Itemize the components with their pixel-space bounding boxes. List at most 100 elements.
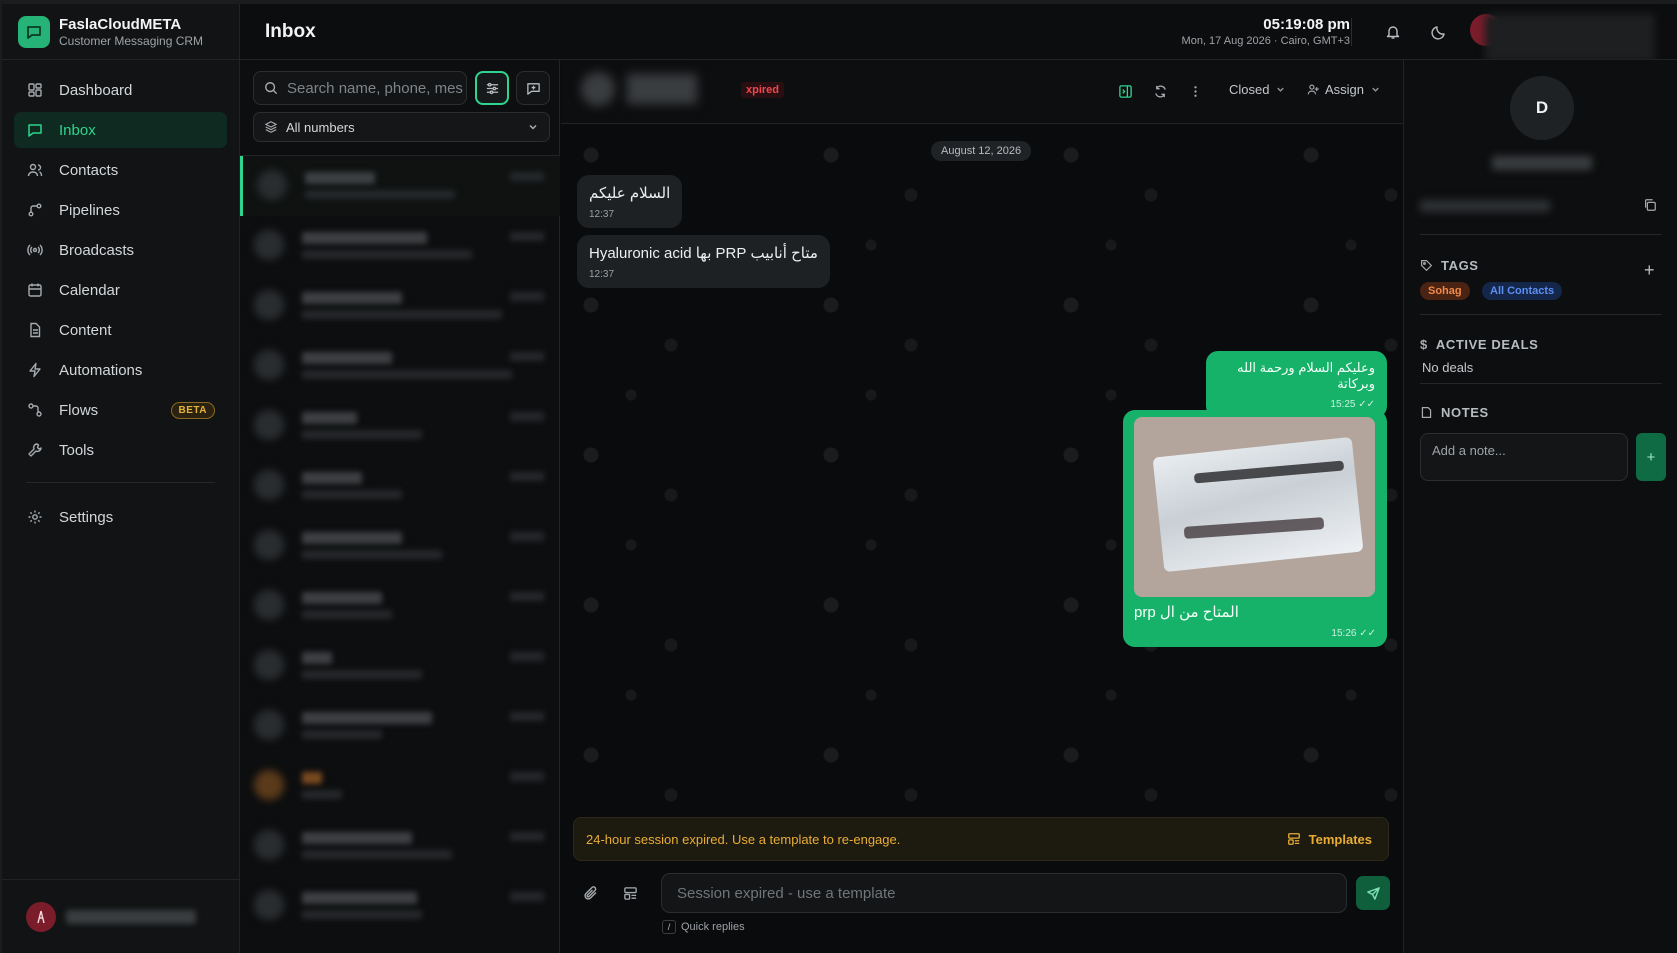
avatar — [26, 901, 56, 932]
nav-item-label: Contacts — [59, 161, 119, 179]
list-item[interactable] — [240, 216, 560, 276]
calendar-icon — [26, 281, 44, 299]
new-conversation-button[interactable] — [516, 71, 550, 105]
toggle-panel-icon[interactable] — [1116, 82, 1134, 100]
section-divider — [1420, 383, 1662, 384]
message-text: متاح أنابيب PRP بها Hyaluronic acid — [589, 245, 818, 262]
list-item[interactable] — [240, 816, 560, 876]
send-button[interactable] — [1356, 876, 1390, 910]
contact-name-blurred — [627, 74, 697, 104]
active-deals-heading: $ ACTIVE DEALS — [1420, 337, 1539, 352]
chat-panel: xpired Closed Assign August 12, 2026 الس… — [561, 60, 1403, 953]
layers-icon — [264, 120, 278, 134]
user-profile[interactable] — [2, 879, 239, 953]
conversation-rows — [240, 156, 560, 953]
moon-icon[interactable] — [1429, 22, 1449, 42]
clock-time: 05:19:08 pm — [1263, 16, 1350, 33]
list-item[interactable] — [240, 396, 560, 456]
quick-replies-label: Quick replies — [681, 921, 745, 933]
nav-item-broadcasts[interactable]: Broadcasts — [14, 232, 227, 268]
nav-item-label: Tools — [59, 441, 95, 459]
message-caption: المتاح من ال prp — [1134, 604, 1239, 621]
nav-item-flows[interactable]: Flows BETA — [14, 392, 227, 428]
nav-item-inbox[interactable]: Inbox — [14, 112, 227, 148]
refresh-icon[interactable] — [1151, 82, 1169, 100]
list-item[interactable] — [240, 636, 560, 696]
nav-item-automations[interactable]: Automations — [14, 352, 227, 388]
brand-logo-icon — [18, 15, 50, 48]
quick-replies-hint[interactable]: / Quick replies — [662, 920, 745, 934]
nav-divider — [26, 482, 215, 483]
tag-chip[interactable]: Sohag — [1420, 282, 1470, 300]
bolt-icon — [26, 361, 44, 379]
message-text: وعليكم السلام ورحمة الله وبركاتة — [1237, 360, 1375, 391]
main-nav: Dashboard Inbox Contacts Pipelines Broad… — [2, 60, 239, 535]
nav-item-tools[interactable]: Tools — [14, 432, 227, 468]
search-input[interactable] — [287, 79, 467, 97]
nav-item-label: Calendar — [59, 281, 120, 299]
contact-name-blurred — [1492, 156, 1592, 170]
nav-item-contacts[interactable]: Contacts — [14, 152, 227, 188]
filter-button[interactable] — [475, 71, 509, 105]
conversation-list: All numbers — [240, 60, 560, 953]
dollar-icon: $ — [1420, 337, 1428, 352]
nav-item-dashboard[interactable]: Dashboard — [14, 72, 227, 108]
nav-item-label: Broadcasts — [59, 241, 135, 259]
add-tag-button[interactable]: + — [1644, 260, 1655, 281]
template-icon[interactable] — [620, 883, 640, 903]
dashboard-icon — [26, 81, 44, 99]
assign-button[interactable]: Assign — [1307, 82, 1381, 97]
brand-subtitle: Customer Messaging CRM — [59, 33, 204, 48]
paperclip-icon[interactable] — [581, 883, 601, 903]
chevron-down-icon — [527, 121, 539, 133]
list-item[interactable] — [240, 456, 560, 516]
user-menu-blurred[interactable] — [1485, 14, 1655, 62]
section-divider — [1420, 314, 1662, 315]
template-icon — [1287, 832, 1301, 846]
list-item[interactable] — [240, 276, 560, 336]
list-item[interactable] — [240, 696, 560, 756]
contact-phone-blurred — [1420, 200, 1550, 212]
message-time: 12:37 — [589, 269, 615, 280]
list-item[interactable] — [240, 576, 560, 636]
number-filter-select[interactable]: All numbers — [253, 112, 550, 142]
nav-item-pipelines[interactable]: Pipelines — [14, 192, 227, 228]
more-vertical-icon[interactable] — [1186, 82, 1204, 100]
flows-icon — [26, 401, 44, 419]
templates-button[interactable]: Templates — [1287, 832, 1372, 847]
double-check-icon: ✓✓ — [1358, 399, 1375, 410]
bell-icon[interactable] — [1383, 22, 1403, 42]
chat-plus-icon — [526, 81, 541, 96]
nav-item-label: Automations — [59, 361, 143, 379]
brand-name: FaslaCloudMETA — [59, 15, 182, 33]
message-image[interactable] — [1134, 417, 1375, 597]
copy-icon[interactable] — [1643, 198, 1659, 214]
list-item[interactable] — [240, 336, 560, 396]
number-filter-value: All numbers — [286, 119, 355, 135]
gear-icon — [26, 508, 44, 526]
session-expired-banner: 24-hour session expired. Use a template … — [573, 817, 1389, 861]
nav-item-settings[interactable]: Settings — [14, 499, 227, 535]
list-item[interactable] — [240, 156, 560, 216]
brand: FaslaCloudMETA Customer Messaging CRM — [2, 4, 239, 60]
no-deals-text: No deals — [1422, 360, 1474, 375]
list-item[interactable] — [240, 516, 560, 576]
nav-item-content[interactable]: Content — [14, 312, 227, 348]
add-note-button[interactable]: + — [1636, 433, 1666, 481]
nav-item-calendar[interactable]: Calendar — [14, 272, 227, 308]
message-input[interactable] — [677, 884, 1317, 902]
list-item[interactable] — [240, 876, 560, 936]
wrench-icon — [26, 441, 44, 459]
nav-item-label: Settings — [59, 508, 114, 526]
list-item[interactable] — [240, 756, 560, 816]
note-input[interactable] — [1432, 443, 1618, 473]
search-icon — [264, 81, 278, 95]
status-select[interactable]: Closed — [1229, 82, 1286, 97]
send-icon — [1366, 886, 1381, 901]
message-outgoing-image: المتاح من ال prp 15:26 ✓✓ — [1123, 410, 1387, 647]
message-time: 15:26 ✓✓ — [1331, 628, 1376, 639]
shortcut-key: / — [662, 920, 676, 934]
tag-chip[interactable]: All Contacts — [1482, 282, 1563, 300]
message-thread: August 12, 2026 السلام عليكم 12:37 متاح … — [561, 125, 1403, 877]
status-select-value: Closed — [1229, 82, 1270, 97]
